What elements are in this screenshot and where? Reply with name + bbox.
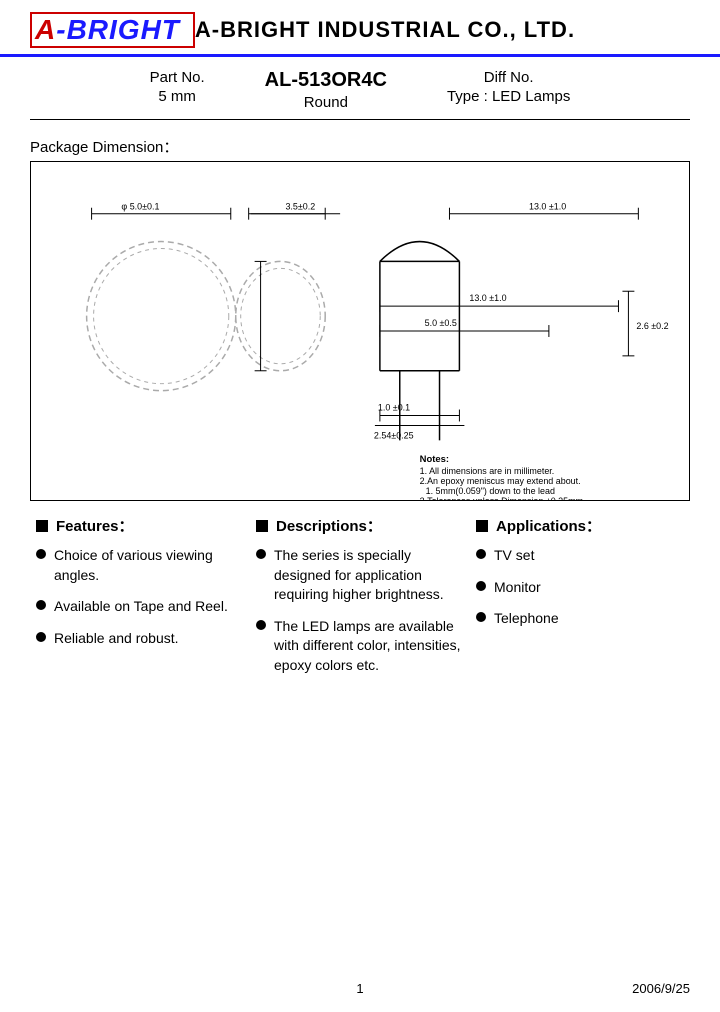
svg-text:3.5±0.2: 3.5±0.2: [285, 202, 315, 212]
description-text-2: The LED lamps are available with differe…: [274, 617, 464, 676]
description-item-1: The series is specially designed for app…: [256, 546, 464, 605]
svg-text:2.54±0.25: 2.54±0.25: [374, 430, 414, 440]
shape-label: Round: [304, 94, 348, 111]
circle-bullet-icon: [36, 549, 46, 559]
svg-text:2.6 ±0.2: 2.6 ±0.2: [636, 321, 668, 331]
svg-text:1. 5mm(0.059") down to the lea: 1. 5mm(0.059") down to the lead: [426, 486, 555, 496]
logo-a: A: [35, 14, 56, 45]
footer-date: 2006/9/25: [632, 981, 690, 996]
svg-text:1.0 ±0.1: 1.0 ±0.1: [378, 403, 410, 413]
page-header: A-BRIGHT A-BRIGHT INDUSTRIAL CO., LTD.: [0, 0, 720, 57]
circle-bullet-icon: [36, 632, 46, 642]
circle-bullet-icon: [476, 581, 486, 591]
circle-bullet-icon: [256, 620, 266, 630]
features-title: Features：: [56, 515, 134, 536]
application-text-3: Telephone: [494, 609, 559, 629]
application-item-3: Telephone: [476, 609, 684, 629]
circle-bullet-icon: [36, 600, 46, 610]
svg-text:1. All dimensions are in milli: 1. All dimensions are in millimeter.: [420, 466, 555, 476]
bottom-section: Features： Choice of various viewing angl…: [30, 515, 690, 688]
company-name: A-BRIGHT INDUSTRIAL CO., LTD.: [195, 17, 575, 43]
feature-item-1: Choice of various viewing angles.: [36, 546, 244, 585]
part-no-label: Part No.: [150, 69, 205, 86]
descriptions-bullet-icon: [256, 520, 268, 532]
feature-text-1: Choice of various viewing angles.: [54, 546, 244, 585]
features-col: Features： Choice of various viewing angl…: [30, 515, 250, 688]
feature-item-3: Reliable and robust.: [36, 629, 244, 649]
descriptions-col: Descriptions： The series is specially de…: [250, 515, 470, 688]
part-no-col: Part No. 5 mm: [150, 69, 205, 105]
part-value-col: AL-513OR4C Round: [265, 69, 387, 111]
application-item-2: Monitor: [476, 578, 684, 598]
size-label: 5 mm: [158, 88, 196, 105]
svg-text:13.0 ±1.0: 13.0 ±1.0: [469, 293, 506, 303]
applications-title: Applications：: [496, 515, 601, 536]
circle-bullet-icon: [256, 549, 266, 559]
diff-no-col: Diff No. Type : LED Lamps: [447, 69, 570, 105]
svg-text:φ 5.0±0.1: φ 5.0±0.1: [121, 202, 159, 212]
svg-text:2.An epoxy meniscus may extend: 2.An epoxy meniscus may extend about.: [420, 476, 581, 486]
svg-text:13.0 ±1.0: 13.0 ±1.0: [529, 202, 566, 212]
feature-text-2: Available on Tape and Reel.: [54, 597, 228, 617]
diagram-svg: φ 5.0±0.1 13.0 ±1.0 5.0 ±0.5 2.6 ±0.2: [31, 162, 689, 500]
applications-header: Applications：: [476, 515, 684, 536]
applications-bullet-icon: [476, 520, 488, 532]
features-bullet-icon: [36, 520, 48, 532]
feature-item-2: Available on Tape and Reel.: [36, 597, 244, 617]
diff-no-label: Diff No.: [484, 69, 534, 86]
description-text-1: The series is specially designed for app…: [274, 546, 464, 605]
feature-text-3: Reliable and robust.: [54, 629, 179, 649]
logo-bright: -BRIGHT: [56, 14, 180, 45]
svg-text:Notes:: Notes:: [420, 454, 449, 465]
circle-bullet-icon: [476, 549, 486, 559]
type-label: Type : LED Lamps: [447, 88, 570, 105]
application-text-2: Monitor: [494, 578, 541, 598]
package-label: Package Dimension：: [0, 128, 720, 161]
logo-box: A-BRIGHT: [30, 12, 195, 48]
page-number: 1: [356, 981, 363, 996]
descriptions-title: Descriptions：: [276, 515, 382, 536]
description-item-2: The LED lamps are available with differe…: [256, 617, 464, 676]
svg-text:3.Tolerances unless Dimension: 3.Tolerances unless Dimension ±0.25mm: [420, 496, 583, 500]
three-col-layout: Features： Choice of various viewing angl…: [30, 515, 690, 688]
part-no-value: AL-513OR4C: [265, 69, 387, 92]
header-divider: [30, 119, 690, 120]
applications-col: Applications： TV set Monitor Telephone: [470, 515, 690, 688]
application-text-1: TV set: [494, 546, 534, 566]
circle-bullet-icon: [476, 612, 486, 622]
application-item-1: TV set: [476, 546, 684, 566]
package-diagram: φ 5.0±0.1 13.0 ±1.0 5.0 ±0.5 2.6 ±0.2: [30, 161, 690, 501]
features-header: Features：: [36, 515, 244, 536]
descriptions-header: Descriptions：: [256, 515, 464, 536]
part-info-section: Part No. 5 mm AL-513OR4C Round Diff No. …: [0, 57, 720, 115]
svg-text:5.0 ±0.5: 5.0 ±0.5: [425, 318, 457, 328]
